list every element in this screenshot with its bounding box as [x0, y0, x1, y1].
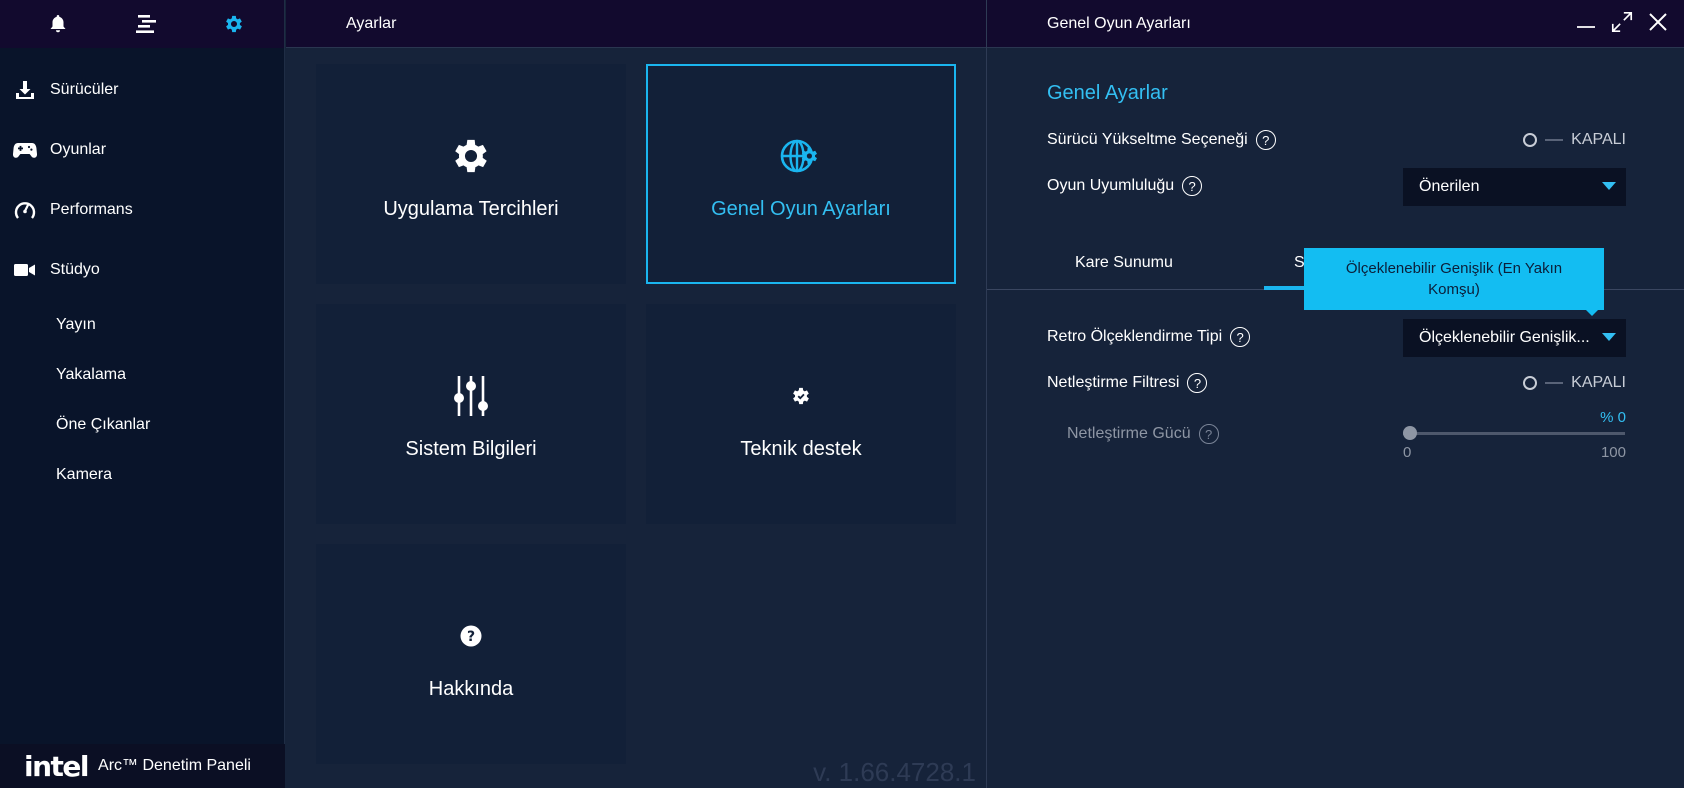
tile-app-preferences[interactable]: Uygulama Tercihleri [316, 64, 626, 284]
toggle-state: KAPALI [1571, 131, 1626, 148]
chevron-down-icon [1602, 333, 1616, 341]
toggle-knob [1523, 376, 1538, 390]
select-value: Önerilen [1419, 178, 1480, 195]
help-icon[interactable]: ? [1182, 176, 1203, 196]
tile-general-game-settings[interactable]: Genel Oyun Ayarları [646, 64, 956, 284]
sidebar-item-label: Performans [50, 201, 133, 218]
driver-upgrade-row: Sürücü Yükseltme Seçeneği ? [1047, 130, 1276, 150]
sharpen-strength-row: Netleştirme Gücü ? [1067, 424, 1219, 444]
sidebar-item-studio[interactable]: Stüdyo [0, 240, 284, 300]
sharpen-filter-toggle[interactable]: KAPALI [1523, 374, 1626, 392]
general-game-settings-panel: Genel Oyun Ayarları Genel Ayarlar Sürücü… [986, 0, 1684, 788]
sidebar-nav: Sürücüler Oyunlar Performans Stüdyo Yayı… [0, 60, 284, 500]
tile-label: Uygulama Tercihleri [383, 197, 559, 220]
brand-text: Arc™ Denetim Paneli [98, 757, 251, 774]
window-controls [1574, 8, 1670, 36]
svg-text:?: ? [467, 629, 475, 645]
sidebar-item-label: Sürücüler [50, 81, 119, 98]
slider-track [1403, 432, 1625, 435]
expand-icon[interactable] [1610, 8, 1634, 36]
version-label: v. 1.66.4728.1 [813, 757, 976, 787]
sidebar-item-performance[interactable]: Performans [0, 180, 284, 240]
panel-title: Genel Oyun Ayarları [1047, 14, 1191, 32]
question-circle-icon: ? [460, 608, 482, 664]
sharpen-filter-label: Netleştirme Filtresi [1047, 374, 1180, 391]
sharpen-strength-label: Netleştirme Gücü [1067, 425, 1191, 442]
toggle-knob [1523, 133, 1538, 147]
intel-logo: intel [24, 749, 90, 783]
game-compat-row: Oyun Uyumluluğu ? [1047, 176, 1203, 196]
retro-scaling-row: Retro Ölçeklendirme Tipi ? [1047, 327, 1251, 347]
tile-technical-support[interactable]: Teknik destek [646, 304, 956, 524]
slider-knob[interactable] [1403, 426, 1417, 440]
game-compat-select[interactable]: Önerilen [1403, 168, 1626, 206]
select-value: Ölçeklenebilir Genişlik... [1419, 329, 1590, 346]
settings-view: Ayarlar Uygulama Tercihleri Genel Oyun A… [286, 0, 986, 788]
tooltip: Ölçeklenebilir Genişlik (En Yakın Komşu) [1304, 248, 1604, 316]
sharpen-filter-row: Netleştirme Filtresi ? [1047, 373, 1208, 393]
help-icon[interactable]: ? [1230, 327, 1251, 347]
brand-footer: intel Arc™ Denetim Paneli [0, 744, 285, 788]
tile-label: Genel Oyun Ayarları [711, 197, 891, 220]
globe-gear-icon [779, 128, 823, 184]
toggle-track [1545, 382, 1564, 384]
slider-value: % 0 [1600, 409, 1626, 426]
tile-label: Teknik destek [740, 437, 862, 460]
minimize-icon[interactable] [1574, 8, 1598, 36]
section-title: Genel Ayarlar [1047, 82, 1168, 104]
video-camera-icon [12, 257, 38, 283]
gear-icon[interactable] [220, 10, 248, 38]
slider-max: 100 [1600, 444, 1626, 461]
toggle-state: KAPALI [1571, 374, 1626, 391]
gauge-icon [12, 197, 38, 223]
sidebar-item-label: Stüdyo [50, 261, 100, 278]
sidebar: Sürücüler Oyunlar Performans Stüdyo Yayı… [0, 0, 285, 788]
gear-icon [449, 128, 493, 184]
sidebar-item-games[interactable]: Oyunlar [0, 120, 284, 180]
tile-system-info[interactable]: Sistem Bilgileri [316, 304, 626, 524]
gamepad-icon [12, 137, 38, 163]
sharpen-strength-slider[interactable] [1403, 426, 1625, 440]
sidebar-item-drivers[interactable]: Sürücüler [0, 60, 284, 120]
chevron-down-icon [1602, 182, 1616, 190]
driver-upgrade-toggle[interactable]: KAPALI [1523, 131, 1626, 149]
tile-label: Hakkında [428, 677, 514, 700]
tile-label: Sistem Bilgileri [405, 437, 537, 460]
close-icon[interactable] [1646, 8, 1670, 36]
tab-frame-presentation[interactable]: Kare Sunumu [1075, 254, 1173, 272]
sliders-icon [449, 368, 493, 424]
sidebar-subitem-camera[interactable]: Kamera [0, 450, 284, 500]
sidebar-item-label: Oyunlar [50, 141, 107, 158]
slider-min: 0 [1403, 444, 1412, 461]
menu-icon[interactable] [132, 10, 160, 38]
download-icon [12, 77, 38, 103]
sidebar-subitem-broadcast[interactable]: Yayın [0, 300, 284, 350]
game-compat-label: Oyun Uyumluluğu [1047, 177, 1175, 194]
driver-upgrade-label: Sürücü Yükseltme Seçeneği [1047, 131, 1248, 148]
help-icon[interactable]: ? [1198, 424, 1219, 444]
toggle-track [1545, 139, 1564, 141]
retro-scaling-select[interactable]: Ölçeklenebilir Genişlik... [1403, 319, 1626, 357]
gear-check-icon [790, 368, 812, 424]
sidebar-subitem-highlights[interactable]: Öne Çıkanlar [0, 400, 284, 450]
tile-about[interactable]: ? Hakkında [316, 544, 626, 764]
sidebar-top-icons [0, 0, 284, 48]
sidebar-subitem-capture[interactable]: Yakalama [0, 350, 284, 400]
tab-indicator [1264, 286, 1304, 290]
help-icon[interactable]: ? [1255, 130, 1276, 150]
help-icon[interactable]: ? [1187, 373, 1208, 393]
panel-header: Genel Oyun Ayarları [987, 0, 1684, 48]
page-title: Ayarlar [286, 0, 986, 48]
bell-icon[interactable] [44, 10, 72, 38]
retro-scaling-label: Retro Ölçeklendirme Tipi [1047, 328, 1223, 345]
